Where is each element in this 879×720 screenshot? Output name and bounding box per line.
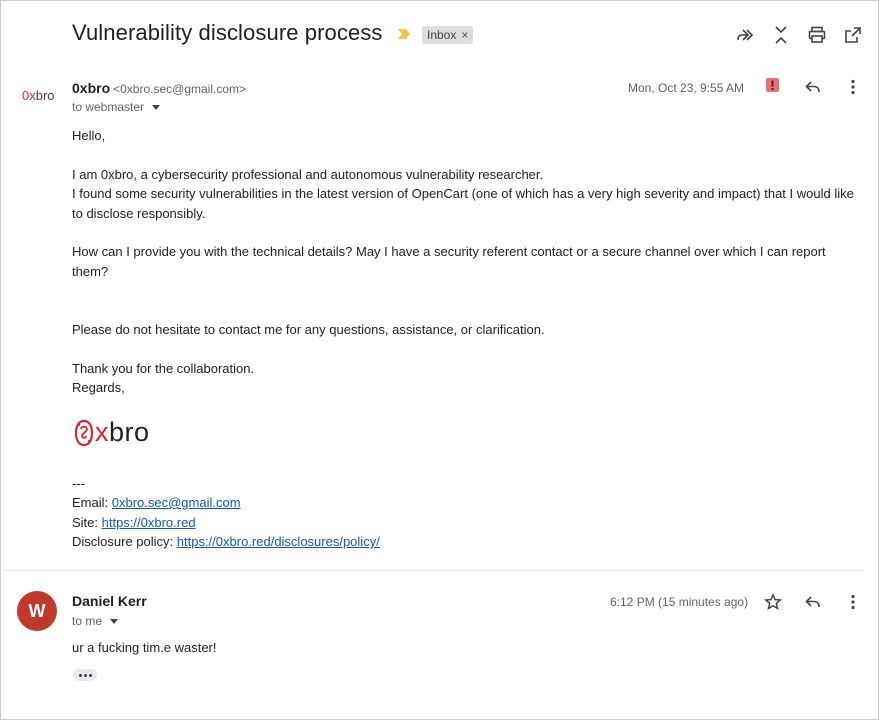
important-marker-icon[interactable]: [397, 28, 411, 40]
sender-name[interactable]: 0xbro: [72, 80, 110, 96]
report-badge-icon[interactable]: [766, 78, 779, 92]
more-options-icon[interactable]: [841, 75, 865, 99]
recipients-dropdown-icon[interactable]: [110, 618, 119, 624]
reply-icon[interactable]: [801, 590, 825, 614]
avatar[interactable]: W: [17, 591, 57, 631]
signature-separator: ---: [72, 475, 85, 491]
message1-recipients[interactable]: to webmaster: [72, 100, 161, 114]
greeting: Hello,: [72, 128, 106, 143]
zero-glyph-icon: [74, 419, 94, 446]
message2-date: 6:12 PM (15 minutes ago): [610, 595, 749, 609]
message2-recipients[interactable]: to me: [72, 614, 119, 628]
signature-logo: xbro: [74, 416, 862, 450]
message1-body: Hello, I am 0xbro, a cybersecurity profe…: [72, 126, 862, 552]
thanks-line: Thank you for the collaboration.: [72, 360, 255, 376]
thread-subject: Vulnerability disclosure process: [72, 20, 383, 45]
collapse-all-icon[interactable]: [769, 23, 793, 47]
recipients-dropdown-icon[interactable]: [152, 104, 161, 110]
email-link[interactable]: 0xbro.sec@gmail.com: [112, 495, 241, 510]
policy-link[interactable]: https://0xbro.red/disclosures/policy/: [177, 534, 380, 549]
reply-icon[interactable]: [801, 75, 825, 99]
message2-sender[interactable]: Daniel Kerr: [72, 593, 147, 609]
message2-body: ur a fucking tim.e waster!: [72, 640, 217, 655]
print-icon[interactable]: [805, 23, 829, 47]
message1-sender[interactable]: 0xbro <0xbro.sec@gmail.com>: [72, 80, 246, 96]
remove-label-icon[interactable]: ×: [461, 26, 468, 44]
inbox-label-chip: Inbox ×: [422, 26, 474, 44]
message1-date: Mon, Oct 23, 9:55 AM: [628, 81, 745, 95]
paragraph: I am 0xbro, a cybersecurity professional…: [72, 166, 544, 182]
show-trimmed-content-button[interactable]: [73, 669, 97, 681]
label-text: Inbox: [427, 28, 457, 42]
sender-email: <0xbro.sec@gmail.com>: [113, 82, 247, 96]
paragraph: Please do not hesitate to contact me for…: [72, 322, 545, 337]
site-link[interactable]: https://0xbro.red: [102, 515, 196, 530]
star-icon[interactable]: [761, 590, 785, 614]
sender-logo: 0xbro: [22, 88, 55, 103]
paragraph: I found some security vulnerabilities in…: [72, 186, 854, 221]
regards-line: Regards,: [72, 380, 125, 395]
signature-email-line: Email: 0xbro.sec@gmail.com: [72, 495, 241, 510]
signature-site-line: Site: https://0xbro.red: [72, 514, 196, 530]
message-divider: [0, 570, 864, 571]
paragraph: How can I provide you with the technical…: [72, 244, 826, 279]
open-new-window-icon[interactable]: [841, 23, 865, 47]
forward-all-icon[interactable]: [733, 23, 757, 47]
more-options-icon[interactable]: [841, 590, 865, 614]
signature-policy-line: Disclosure policy: https://0xbro.red/dis…: [72, 534, 380, 549]
